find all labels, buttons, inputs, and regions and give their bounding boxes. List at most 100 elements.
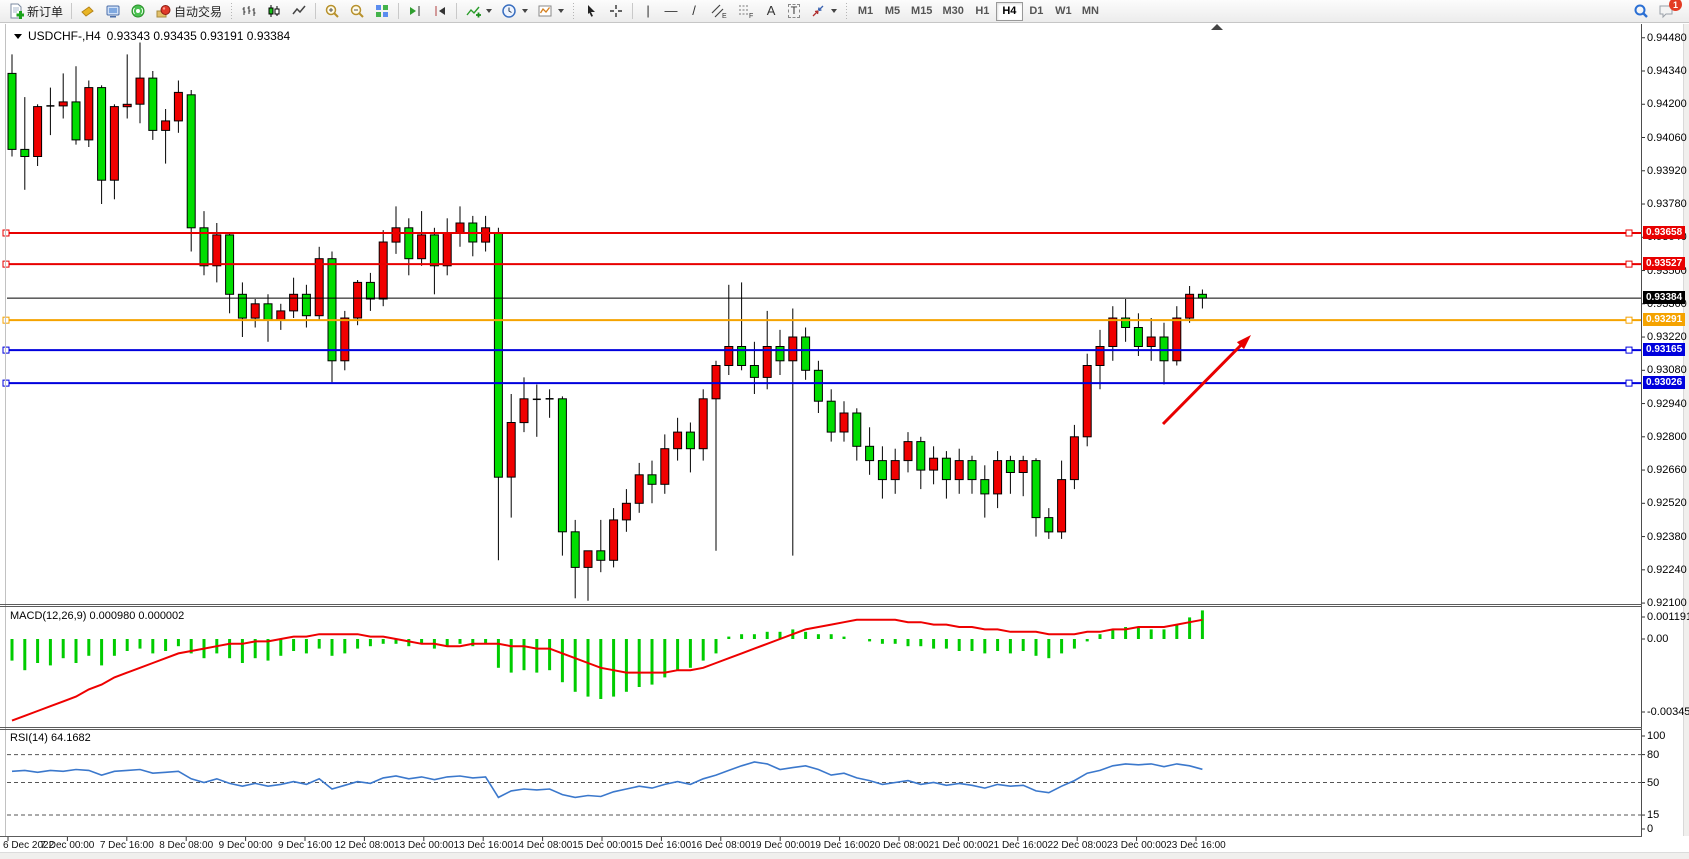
candle-body-bullish [904,442,912,461]
line-drag-handle[interactable] [1626,261,1632,267]
line-drag-handle[interactable] [1626,317,1632,323]
time-axis-border [0,836,1642,837]
candle-body-bullish [379,242,387,299]
chart-canvas[interactable] [0,0,1689,859]
candle-body-bearish [328,259,336,361]
candle-body-bullish [520,399,528,423]
line-drag-handle[interactable] [3,230,9,236]
price-axis-label: 0.92380 [1647,531,1687,543]
macd-signal-line [12,620,1202,721]
macd-axis-label: 0.00 [1647,633,1668,645]
line-drag-handle[interactable] [3,317,9,323]
macd-indicator-label: MACD(12,26,9) 0.000980 0.000002 [10,610,184,622]
candle-body-bearish [776,347,784,361]
candle-body-bullish [162,121,170,130]
price-axis-label: 0.93220 [1647,331,1687,343]
rsi-line [12,762,1202,797]
price-axis-label: 0.93080 [1647,364,1687,376]
candle-body-bearish [750,366,758,378]
candle-body-bearish [430,235,438,266]
candle-body-bullish [85,88,93,140]
rsi-axis-label: 15 [1647,809,1659,821]
candle-body-bearish [866,446,874,460]
line-drag-handle[interactable] [1626,230,1632,236]
time-axis-label: 15 Dec 00:00 [572,840,632,851]
line-drag-handle[interactable] [3,380,9,386]
macd-axis-label: 0.001191 [1647,611,1689,623]
time-axis-label: 8 Dec 08:00 [159,840,213,851]
candle-body-bullish [994,461,1002,494]
candle-body-bearish [1032,461,1040,518]
candle-body-bullish [584,551,592,568]
line-drag-handle[interactable] [1626,380,1632,386]
candle-body-bullish [661,449,669,485]
rsi-axis-label: 50 [1647,777,1659,789]
time-axis-label: 14 Dec 08:00 [513,840,573,851]
price-axis-label: 0.92800 [1647,431,1687,443]
candle-body-bullish [1070,437,1078,480]
time-axis-label: 23 Dec 00:00 [1107,840,1167,851]
candle-body-bullish [315,259,323,316]
price-axis-label: 0.92100 [1647,597,1687,609]
candle-body-bullish [699,399,707,449]
candle-body-bullish [1173,318,1181,361]
candle-body-bullish [674,432,682,449]
price-line-tag: 0.93527 [1643,257,1685,270]
candle-body-bullish [891,461,899,480]
candle-body-bullish [110,107,118,181]
time-axis-label: 9 Dec 16:00 [278,840,332,851]
panel-separator[interactable] [0,604,1642,605]
time-axis-label: 15 Dec 16:00 [632,840,692,851]
candle-body-bullish [456,223,464,233]
price-line-tag: 0.93658 [1643,226,1685,239]
candle-body-bullish [482,228,490,242]
candle-body-bullish [610,520,618,560]
candle-body-bullish [354,282,362,318]
time-axis-label: 7 Dec 16:00 [100,840,154,851]
time-axis-label: 19 Dec 16:00 [810,840,870,851]
price-line-tag: 0.93165 [1643,343,1685,356]
time-axis-label: 20 Dec 08:00 [869,840,929,851]
panel-separator[interactable] [0,727,1642,728]
candle-body-bullish [1058,480,1066,532]
line-drag-handle[interactable] [3,261,9,267]
chart-symbol-period: USDCHF-,H4 [28,29,101,43]
rsi-axis-label: 0 [1647,823,1653,835]
price-axis-label: 0.94340 [1647,65,1687,77]
price-line-tag: 0.93384 [1643,291,1685,304]
candle-body-bullish [290,294,298,311]
candle-body-bullish [213,235,221,266]
time-axis-label: 19 Dec 00:00 [750,840,810,851]
time-axis-label: 21 Dec 16:00 [988,840,1048,851]
candle-body-bullish [1083,366,1091,437]
candle-body-bullish [341,318,349,361]
candle-body-bullish [789,337,797,361]
candle-body-bearish [1160,337,1168,361]
line-drag-handle[interactable] [1626,347,1632,353]
candle-body-bullish [622,503,630,520]
price-axis-label: 0.94200 [1647,98,1687,110]
candle-body-bearish [8,73,16,149]
price-line-tag: 0.93026 [1643,376,1685,389]
candle-body-bearish [648,475,656,485]
candle-body-bearish [981,480,989,494]
chart-shift-marker[interactable] [1211,24,1223,30]
candle-body-bearish [802,337,810,370]
candle-body-bearish [827,401,835,432]
candle-body-bullish [763,347,771,378]
candle-body-bearish [187,95,195,228]
symbol-dropdown-icon[interactable] [14,34,22,39]
candle-body-bearish [597,551,605,561]
candle-body-bullish [251,304,259,318]
candle-body-bullish [136,78,144,104]
rsi-axis-label: 100 [1647,730,1665,742]
line-drag-handle[interactable] [3,347,9,353]
candle-body-bearish [21,149,29,156]
candle-body-bearish [968,461,976,480]
candle-body-bearish [853,413,861,446]
candle-body-bullish [930,458,938,470]
candle-body-bullish [443,233,451,266]
time-axis-label: 9 Dec 00:00 [219,840,273,851]
candle-body-bearish [98,88,106,181]
candle-body-bullish [1109,318,1117,347]
